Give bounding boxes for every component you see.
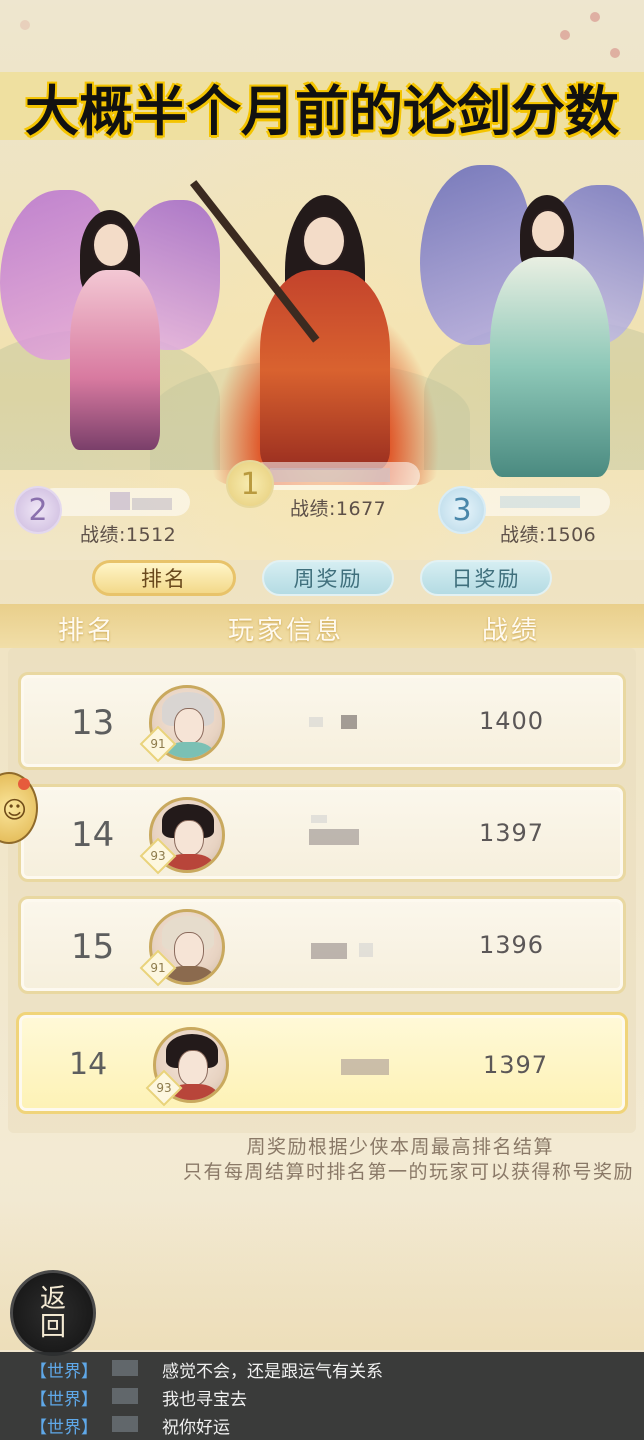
my-ranking-row[interactable]: 14 93 1397 <box>16 1012 628 1114</box>
blossom-decor <box>20 20 30 30</box>
blurred-player-name <box>289 711 359 733</box>
blossom-decor <box>560 30 570 40</box>
table-header: 排名 玩家信息 战绩 <box>0 604 644 648</box>
headline-text: 大概半个月前的论剑分数 <box>25 79 619 143</box>
tab-label: 排名 <box>141 567 187 591</box>
blurred-name <box>500 496 580 508</box>
world-chat-panel[interactable]: 【世界】 感觉不会，还是跟运气有关系 【世界】 我也寻宝去 【世界】 祝你好运 <box>0 1352 644 1440</box>
blurred-name <box>132 498 172 510</box>
header-player-info: 玩家信息 <box>228 616 345 646</box>
blurred-sender <box>112 1416 138 1432</box>
table-row[interactable]: 14 93 1397 <box>18 784 626 882</box>
chat-line: 【世界】 我也寻宝去 <box>0 1382 644 1410</box>
tab-weekly-reward[interactable]: 周奖励 <box>262 560 394 596</box>
table-row[interactable]: 15 91 1396 <box>18 896 626 994</box>
row-score: 1400 <box>479 707 545 735</box>
blurred-sender <box>112 1388 138 1404</box>
note-line: 周奖励根据少侠本周最高排名结算 <box>246 1136 554 1158</box>
row-score: 1397 <box>483 1051 549 1079</box>
podium-name-2 <box>40 488 190 516</box>
rank-3-number: 3 <box>452 492 472 528</box>
blurred-name <box>110 492 130 510</box>
row-rank: 14 <box>71 815 115 855</box>
chat-message: 我也寻宝去 <box>162 1390 247 1410</box>
table-row[interactable]: 13 91 1400 <box>18 672 626 770</box>
level-value: 91 <box>150 737 166 751</box>
header-rank: 排名 <box>58 616 117 646</box>
podium-score-1: 战绩:1677 <box>290 498 387 520</box>
blossom-decor <box>610 48 620 58</box>
podium-character-2[interactable] <box>0 170 220 490</box>
podium-character-3[interactable] <box>420 165 644 495</box>
chat-line: 【世界】 祝你好运 <box>0 1410 644 1438</box>
chat-channel: 【世界】 <box>30 1390 98 1410</box>
podium-score-3: 战绩:1506 <box>500 524 597 546</box>
level-value: 93 <box>156 1081 172 1095</box>
podium-name-1 <box>250 462 420 490</box>
back-button[interactable]: 返 回 <box>10 1270 96 1356</box>
back-label-1: 返 <box>39 1284 66 1314</box>
blossom-decor <box>590 12 600 22</box>
rank-1-number: 1 <box>240 466 260 502</box>
row-score: 1397 <box>479 819 545 847</box>
note-line: 只有每周结算时排名第一的玩家可以获得称号奖励 <box>182 1161 634 1183</box>
tab-label: 周奖励 <box>293 567 363 591</box>
notification-dot <box>18 778 30 790</box>
chat-channel: 【世界】 <box>30 1418 98 1438</box>
rank-2-medal: 2 <box>14 486 62 534</box>
tab-ranking[interactable]: 排名 <box>92 560 236 596</box>
header-score: 战绩 <box>482 616 541 646</box>
tab-label: 日奖励 <box>451 567 521 591</box>
level-value: 91 <box>150 961 166 975</box>
rank-2-number: 2 <box>28 492 48 528</box>
row-rank: 15 <box>71 927 115 967</box>
blurred-sender <box>112 1360 138 1376</box>
smile-icon: ☺ <box>2 796 28 824</box>
row-score: 1396 <box>479 931 545 959</box>
chat-channel: 【世界】 <box>30 1362 98 1382</box>
blurred-player-name <box>289 935 373 959</box>
rank-3-medal: 3 <box>438 486 486 534</box>
chat-message: 祝你好运 <box>162 1418 230 1438</box>
page-headline: 大概半个月前的论剑分数 <box>0 72 644 143</box>
ink-decor <box>0 1200 644 1350</box>
chat-line: 【世界】 感觉不会，还是跟运气有关系 <box>0 1354 644 1382</box>
rank-1-medal: 1 <box>226 460 274 508</box>
podium-score-2: 战绩:1512 <box>80 524 177 546</box>
row-rank: 14 <box>69 1047 108 1082</box>
reward-notes: 周奖励根据少侠本周最高排名结算 只有每周结算时排名第一的玩家可以获得称号奖励 <box>0 1135 644 1185</box>
blurred-player-name <box>289 815 359 845</box>
level-value: 93 <box>150 849 166 863</box>
blurred-name <box>270 468 390 482</box>
back-label-2: 回 <box>39 1312 66 1342</box>
tab-daily-reward[interactable]: 日奖励 <box>420 560 552 596</box>
chat-message: 感觉不会，还是跟运气有关系 <box>162 1362 383 1382</box>
blurred-player-name <box>341 1055 411 1077</box>
row-rank: 13 <box>71 703 115 743</box>
